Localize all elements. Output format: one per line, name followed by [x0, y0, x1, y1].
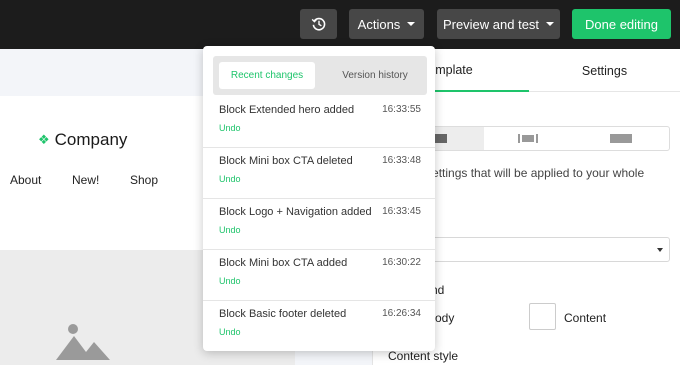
app-root: Actions Preview and test Done editing ❖ …	[0, 0, 680, 365]
chevron-down-icon	[657, 248, 663, 252]
tab-settings-label: Settings	[581, 63, 628, 78]
undo-button[interactable]: Undo	[219, 327, 241, 337]
body-color-label: ody	[435, 311, 455, 325]
preview-and-test-button[interactable]: Preview and test	[437, 9, 560, 39]
nav-link-new[interactable]: New!	[72, 173, 99, 187]
actions-label: Actions	[357, 16, 401, 32]
history-item-time: 16:33:45	[382, 206, 421, 217]
tab-recent-changes[interactable]: Recent changes	[219, 62, 315, 89]
done-label: Done editing	[585, 16, 658, 32]
actions-button[interactable]: Actions	[349, 9, 424, 39]
history-item: Block Mini box CTA deleted 16:33:48 Undo	[203, 148, 435, 199]
history-item-time: 16:33:48	[382, 155, 421, 166]
logo-text: Company	[54, 130, 128, 149]
content-style-heading: Content style	[388, 349, 459, 363]
undo-button[interactable]: Undo	[219, 123, 241, 133]
history-item-title: Block Basic footer deleted	[219, 308, 347, 320]
image-placeholder-icon	[56, 324, 110, 360]
history-item-time: 16:30:22	[382, 257, 421, 268]
history-tab-switch: Recent changes Version history	[213, 56, 427, 95]
history-item: Block Logo + Navigation added 16:33:45 U…	[203, 199, 435, 250]
version-history-label: Version history	[342, 70, 408, 81]
settings-description: fault settings that will be applied to y…	[400, 166, 645, 197]
layout-full-icon[interactable]	[610, 134, 632, 143]
nav-link-about[interactable]: About	[10, 173, 41, 187]
history-item: Block Basic footer deleted 16:26:34 Undo	[203, 301, 435, 351]
tab-version-history[interactable]: Version history	[327, 62, 423, 89]
history-item-title: Block Mini box CTA added	[219, 257, 348, 269]
undo-button[interactable]: Undo	[219, 276, 241, 286]
history-item-time: 16:33:55	[382, 104, 421, 115]
history-item: Block Mini box CTA added 16:30:22 Undo	[203, 250, 435, 301]
history-item-title: Block Mini box CTA deleted	[219, 155, 353, 167]
content-color-label: Content	[564, 311, 607, 325]
company-logo: ❖ Company	[38, 130, 127, 150]
history-item: Block Extended hero added 16:33:55 Undo	[203, 97, 435, 148]
history-item-title: Block Logo + Navigation added	[219, 206, 372, 218]
chevron-down-icon	[407, 22, 416, 26]
layout-medium-icon[interactable]	[518, 134, 538, 143]
undo-button[interactable]: Undo	[219, 225, 241, 235]
top-bar: Actions Preview and test Done editing	[0, 0, 680, 49]
history-item-time: 16:26:34	[382, 308, 421, 319]
undo-button[interactable]: Undo	[219, 174, 241, 184]
tab-settings[interactable]: Settings	[529, 49, 680, 92]
preview-label: Preview and test	[442, 16, 540, 32]
history-icon	[311, 17, 325, 31]
history-button[interactable]	[300, 9, 337, 39]
content-color-swatch[interactable]	[529, 303, 556, 330]
history-dropdown: Recent changes Version history Block Ext…	[203, 46, 435, 351]
history-item-title: Block Extended hero added	[219, 104, 355, 116]
chevron-down-icon	[546, 22, 555, 26]
recent-changes-label: Recent changes	[230, 70, 304, 81]
nav-link-shop[interactable]: Shop	[130, 173, 158, 187]
done-editing-button[interactable]: Done editing	[572, 9, 671, 39]
diamond-logo-icon: ❖	[38, 132, 50, 147]
